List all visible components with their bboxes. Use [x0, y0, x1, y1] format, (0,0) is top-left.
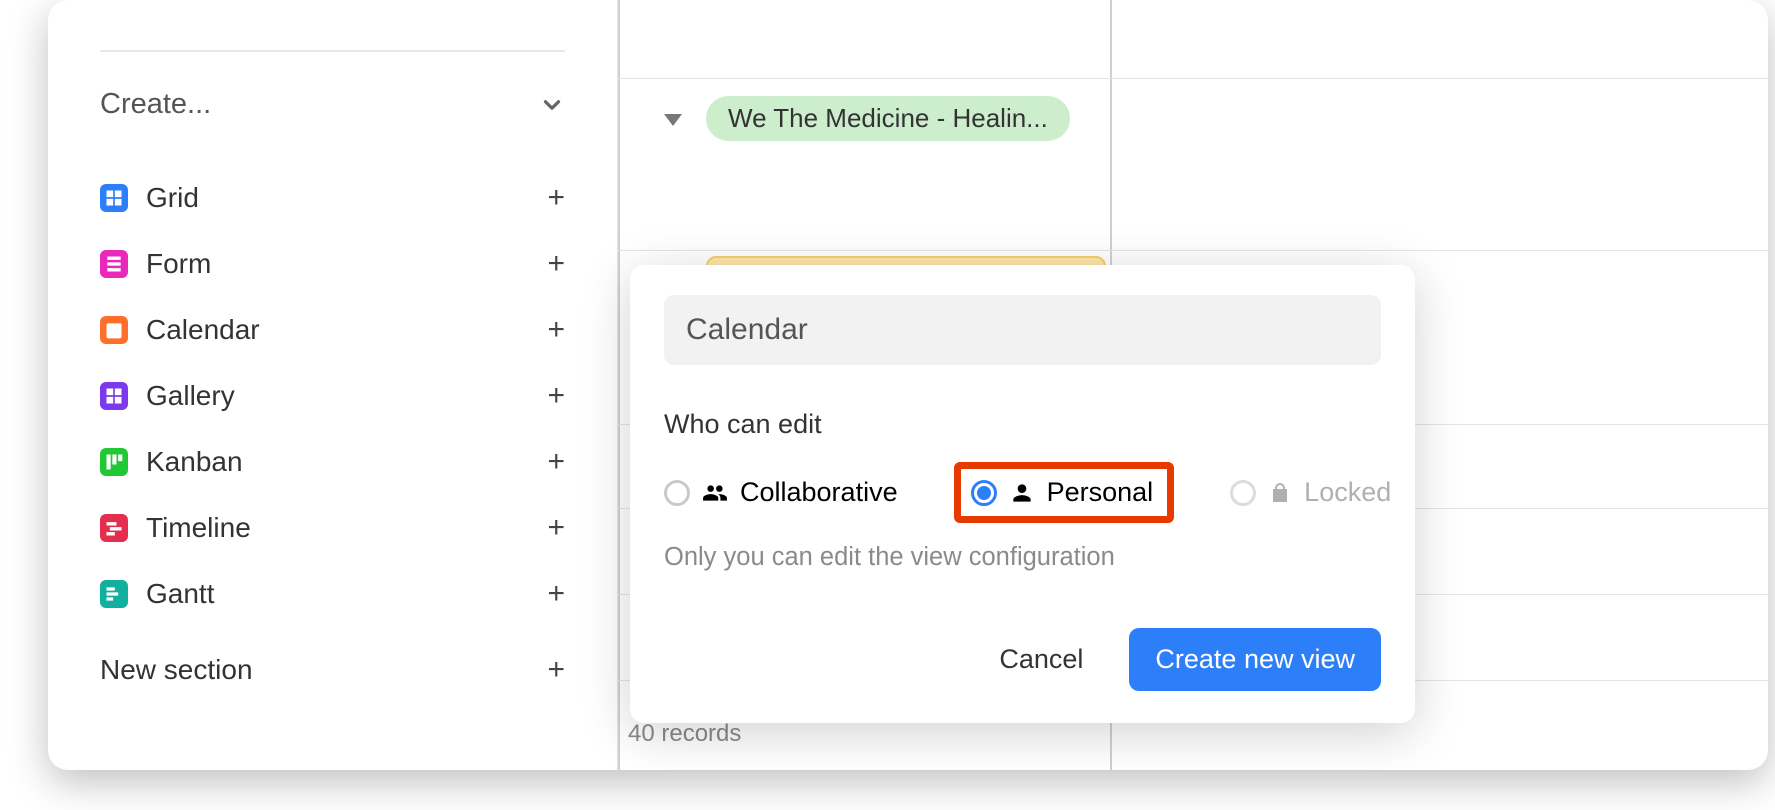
plus-icon: +: [547, 247, 565, 281]
view-label: Kanban: [146, 446, 243, 478]
radio-button-icon: [664, 480, 690, 506]
chevron-down-icon: [539, 92, 565, 118]
view-name-input[interactable]: [664, 295, 1381, 365]
edit-permission-group: Collaborative Personal Locked: [664, 462, 1381, 523]
create-view-modal: Who can edit Collaborative Personal Lock…: [630, 265, 1415, 723]
view-label: Gallery: [146, 380, 235, 412]
plus-icon: +: [547, 181, 565, 215]
view-type-gantt[interactable]: Gantt +: [100, 561, 565, 627]
radio-locked: Locked: [1230, 477, 1391, 508]
new-section-label: New section: [100, 654, 253, 686]
view-type-kanban[interactable]: Kanban +: [100, 429, 565, 495]
cancel-button[interactable]: Cancel: [981, 630, 1101, 689]
view-type-timeline[interactable]: Timeline +: [100, 495, 565, 561]
radio-collaborative[interactable]: Collaborative: [664, 477, 898, 508]
plus-icon: +: [547, 577, 565, 611]
highlight-personal: Personal: [954, 462, 1175, 523]
view-type-calendar[interactable]: Calendar +: [100, 297, 565, 363]
row-divider: [618, 250, 1768, 251]
view-label: Calendar: [146, 314, 260, 346]
view-label: Grid: [146, 182, 199, 214]
plus-icon: +: [547, 653, 565, 687]
caret-down-icon[interactable]: [664, 114, 682, 126]
gantt-icon: [100, 580, 128, 608]
records-footer: 40 records: [628, 720, 741, 748]
who-can-edit-label: Who can edit: [664, 409, 1381, 440]
plus-icon: +: [547, 511, 565, 545]
radio-locked-label: Locked: [1304, 477, 1391, 508]
create-toggle[interactable]: Create...: [100, 88, 565, 121]
new-section-row[interactable]: New section +: [100, 637, 565, 703]
create-label: Create...: [100, 88, 211, 121]
plus-icon: +: [547, 379, 565, 413]
users-icon: [702, 480, 728, 506]
divider: [100, 50, 565, 52]
permission-hint: Only you can edit the view configuration: [664, 543, 1381, 572]
user-icon: [1009, 480, 1035, 506]
group-title-pill[interactable]: We The Medicine - Healin...: [706, 96, 1070, 141]
view-type-gallery[interactable]: Gallery +: [100, 363, 565, 429]
form-icon: [100, 250, 128, 278]
view-label: Form: [146, 248, 211, 280]
lock-icon: [1268, 481, 1292, 505]
radio-personal-label: Personal: [1047, 477, 1154, 508]
column-divider: [618, 0, 620, 770]
radio-button-icon: [971, 480, 997, 506]
radio-button-icon: [1230, 480, 1256, 506]
calendar-icon: [100, 316, 128, 344]
grid-icon: [100, 184, 128, 212]
plus-icon: +: [547, 313, 565, 347]
radio-personal[interactable]: Personal: [971, 477, 1154, 508]
gallery-icon: [100, 382, 128, 410]
sidebar: Create... Grid + Form + Calendar + Galle…: [48, 0, 618, 770]
plus-icon: +: [547, 445, 565, 479]
row-divider: [618, 78, 1768, 79]
view-type-grid[interactable]: Grid +: [100, 165, 565, 231]
timeline-icon: [100, 514, 128, 542]
radio-collaborative-label: Collaborative: [740, 477, 898, 508]
view-type-form[interactable]: Form +: [100, 231, 565, 297]
kanban-icon: [100, 448, 128, 476]
view-label: Gantt: [146, 578, 214, 610]
create-view-button[interactable]: Create new view: [1129, 628, 1381, 691]
view-label: Timeline: [146, 512, 251, 544]
